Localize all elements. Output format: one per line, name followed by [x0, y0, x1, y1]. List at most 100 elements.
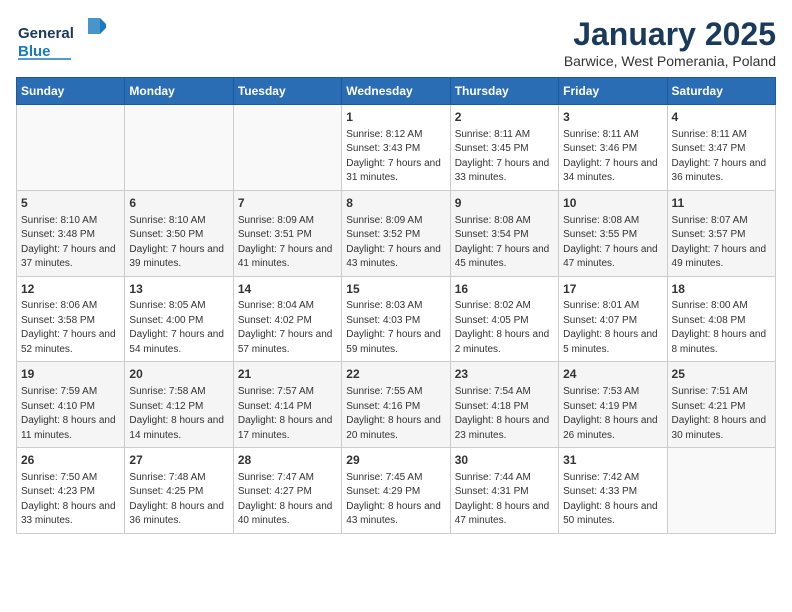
- weekday-header-monday: Monday: [125, 78, 233, 105]
- day-info: Sunrise: 8:09 AM Sunset: 3:51 PM Dayligh…: [238, 214, 337, 272]
- day-info: Sunrise: 8:11 AM Sunset: 3:46 PM Dayligh…: [563, 128, 662, 186]
- calendar-week-1: 1Sunrise: 8:12 AM Sunset: 3:43 PM Daylig…: [17, 105, 776, 191]
- day-number: 26: [21, 452, 120, 469]
- calendar-cell: 30 Sunrise: 7:44 AM Sunset: 4:31 PM Dayli…: [450, 448, 558, 534]
- day-number: 17: [563, 281, 662, 298]
- day-number: 9: [455, 195, 554, 212]
- weekday-header-thursday: Thursday: [450, 78, 558, 105]
- calendar-cell: [125, 105, 233, 191]
- day-info: Sunrise: 8:02 AM Sunset: 4:05 PM Dayligh…: [455, 299, 554, 357]
- calendar-cell: 4 Sunrise: 8:11 AM Sunset: 3:47 PM Daylig…: [667, 105, 775, 191]
- calendar-cell: 7 Sunrise: 8:09 AM Sunset: 3:51 PM Daylig…: [233, 190, 341, 276]
- day-number: 31: [563, 452, 662, 469]
- day-number: 12: [21, 281, 120, 298]
- day-number: 16: [455, 281, 554, 298]
- day-info: Sunrise: 7:48 AM Sunset: 4:25 PM Dayligh…: [129, 471, 228, 529]
- calendar-week-2: 5 Sunrise: 8:10 AM Sunset: 3:48 PM Daylig…: [17, 190, 776, 276]
- calendar-cell: [233, 105, 341, 191]
- calendar-cell: 11 Sunrise: 8:07 AM Sunset: 3:57 PM Dayli…: [667, 190, 775, 276]
- day-info: Sunrise: 8:08 AM Sunset: 3:55 PM Dayligh…: [563, 214, 662, 272]
- day-info: Sunrise: 7:54 AM Sunset: 4:18 PM Dayligh…: [455, 385, 554, 443]
- day-info: Sunrise: 7:47 AM Sunset: 4:27 PM Dayligh…: [238, 471, 337, 529]
- page-header: General Blue January 2025 Barwice, West …: [16, 16, 776, 69]
- calendar-cell: 9Sunrise: 8:08 AM Sunset: 3:54 PM Daylig…: [450, 190, 558, 276]
- logo-svg: General Blue: [16, 16, 106, 68]
- day-info: Sunrise: 7:50 AM Sunset: 4:23 PM Dayligh…: [21, 471, 120, 529]
- day-number: 28: [238, 452, 337, 469]
- calendar-cell: 25Sunrise: 7:51 AM Sunset: 4:21 PM Dayli…: [667, 362, 775, 448]
- day-info: Sunrise: 7:51 AM Sunset: 4:21 PM Dayligh…: [672, 385, 771, 443]
- calendar-cell: 21Sunrise: 7:57 AM Sunset: 4:14 PM Dayli…: [233, 362, 341, 448]
- calendar-cell: 15Sunrise: 8:03 AM Sunset: 4:03 PM Dayli…: [342, 276, 450, 362]
- day-number: 15: [346, 281, 445, 298]
- day-number: 18: [672, 281, 771, 298]
- day-info: Sunrise: 8:10 AM Sunset: 3:50 PM Dayligh…: [129, 214, 228, 272]
- calendar-cell: 12Sunrise: 8:06 AM Sunset: 3:58 PM Dayli…: [17, 276, 125, 362]
- calendar-cell: 8Sunrise: 8:09 AM Sunset: 3:52 PM Daylig…: [342, 190, 450, 276]
- calendar-cell: 14Sunrise: 8:04 AM Sunset: 4:02 PM Dayli…: [233, 276, 341, 362]
- day-number: 6: [129, 195, 228, 212]
- calendar-cell: 6 Sunrise: 8:10 AM Sunset: 3:50 PM Daylig…: [125, 190, 233, 276]
- day-info: Sunrise: 8:01 AM Sunset: 4:07 PM Dayligh…: [563, 299, 662, 357]
- weekday-header-wednesday: Wednesday: [342, 78, 450, 105]
- day-info: Sunrise: 8:06 AM Sunset: 3:58 PM Dayligh…: [21, 299, 120, 357]
- calendar-cell: 3 Sunrise: 8:11 AM Sunset: 3:46 PM Daylig…: [559, 105, 667, 191]
- weekday-header-row: SundayMondayTuesdayWednesdayThursdayFrid…: [17, 78, 776, 105]
- day-number: 24: [563, 366, 662, 383]
- calendar-cell: 31 Sunrise: 7:42 AM Sunset: 4:33 PM Dayli…: [559, 448, 667, 534]
- day-info: Sunrise: 8:11 AM Sunset: 3:45 PM Dayligh…: [455, 128, 554, 186]
- day-number: 11: [672, 195, 771, 212]
- day-number: 5: [21, 195, 120, 212]
- day-number: 3: [563, 109, 662, 126]
- day-info: Sunrise: 8:10 AM Sunset: 3:48 PM Dayligh…: [21, 214, 120, 272]
- day-number: 29: [346, 452, 445, 469]
- day-info: Sunrise: 8:11 AM Sunset: 3:47 PM Dayligh…: [672, 128, 771, 186]
- calendar-week-4: 19Sunrise: 7:59 AM Sunset: 4:10 PM Dayli…: [17, 362, 776, 448]
- day-info: Sunrise: 7:45 AM Sunset: 4:29 PM Dayligh…: [346, 471, 445, 529]
- calendar-cell: 2 Sunrise: 8:11 AM Sunset: 3:45 PM Daylig…: [450, 105, 558, 191]
- day-info: Sunrise: 8:00 AM Sunset: 4:08 PM Dayligh…: [672, 299, 771, 357]
- day-info: Sunrise: 7:57 AM Sunset: 4:14 PM Dayligh…: [238, 385, 337, 443]
- calendar-cell: 16Sunrise: 8:02 AM Sunset: 4:05 PM Dayli…: [450, 276, 558, 362]
- weekday-header-friday: Friday: [559, 78, 667, 105]
- calendar-cell: 10Sunrise: 8:08 AM Sunset: 3:55 PM Dayli…: [559, 190, 667, 276]
- day-number: 20: [129, 366, 228, 383]
- svg-text:General: General: [18, 25, 74, 42]
- calendar-cell: 1Sunrise: 8:12 AM Sunset: 3:43 PM Daylig…: [342, 105, 450, 191]
- calendar-body: 1Sunrise: 8:12 AM Sunset: 3:43 PM Daylig…: [17, 105, 776, 534]
- day-number: 30: [455, 452, 554, 469]
- calendar-table: SundayMondayTuesdayWednesdayThursdayFrid…: [16, 77, 776, 534]
- logo: General Blue: [16, 16, 106, 68]
- page-title: January 2025: [564, 16, 776, 53]
- day-number: 14: [238, 281, 337, 298]
- day-info: Sunrise: 7:53 AM Sunset: 4:19 PM Dayligh…: [563, 385, 662, 443]
- calendar-week-5: 26 Sunrise: 7:50 AM Sunset: 4:23 PM Dayli…: [17, 448, 776, 534]
- calendar-cell: 22Sunrise: 7:55 AM Sunset: 4:16 PM Dayli…: [342, 362, 450, 448]
- calendar-cell: 28 Sunrise: 7:47 AM Sunset: 4:27 PM Dayli…: [233, 448, 341, 534]
- calendar-week-3: 12Sunrise: 8:06 AM Sunset: 3:58 PM Dayli…: [17, 276, 776, 362]
- calendar-cell: 20Sunrise: 7:58 AM Sunset: 4:12 PM Dayli…: [125, 362, 233, 448]
- weekday-header-tuesday: Tuesday: [233, 78, 341, 105]
- svg-text:Blue: Blue: [18, 43, 51, 60]
- day-number: 4: [672, 109, 771, 126]
- day-number: 27: [129, 452, 228, 469]
- calendar-cell: 5 Sunrise: 8:10 AM Sunset: 3:48 PM Daylig…: [17, 190, 125, 276]
- day-info: Sunrise: 7:59 AM Sunset: 4:10 PM Dayligh…: [21, 385, 120, 443]
- day-number: 7: [238, 195, 337, 212]
- day-number: 23: [455, 366, 554, 383]
- day-info: Sunrise: 8:05 AM Sunset: 4:00 PM Dayligh…: [129, 299, 228, 357]
- day-info: Sunrise: 8:07 AM Sunset: 3:57 PM Dayligh…: [672, 214, 771, 272]
- day-info: Sunrise: 7:42 AM Sunset: 4:33 PM Dayligh…: [563, 471, 662, 529]
- calendar-header: SundayMondayTuesdayWednesdayThursdayFrid…: [17, 78, 776, 105]
- day-number: 2: [455, 109, 554, 126]
- day-info: Sunrise: 8:12 AM Sunset: 3:43 PM Dayligh…: [346, 128, 445, 186]
- calendar-cell: 13Sunrise: 8:05 AM Sunset: 4:00 PM Dayli…: [125, 276, 233, 362]
- calendar-cell: 29 Sunrise: 7:45 AM Sunset: 4:29 PM Dayli…: [342, 448, 450, 534]
- calendar-cell: 19Sunrise: 7:59 AM Sunset: 4:10 PM Dayli…: [17, 362, 125, 448]
- day-info: Sunrise: 7:55 AM Sunset: 4:16 PM Dayligh…: [346, 385, 445, 443]
- calendar-cell: 23 Sunrise: 7:54 AM Sunset: 4:18 PM Dayli…: [450, 362, 558, 448]
- page-subtitle: Barwice, West Pomerania, Poland: [564, 53, 776, 69]
- calendar-cell: 24 Sunrise: 7:53 AM Sunset: 4:19 PM Dayli…: [559, 362, 667, 448]
- day-info: Sunrise: 7:44 AM Sunset: 4:31 PM Dayligh…: [455, 471, 554, 529]
- day-info: Sunrise: 8:03 AM Sunset: 4:03 PM Dayligh…: [346, 299, 445, 357]
